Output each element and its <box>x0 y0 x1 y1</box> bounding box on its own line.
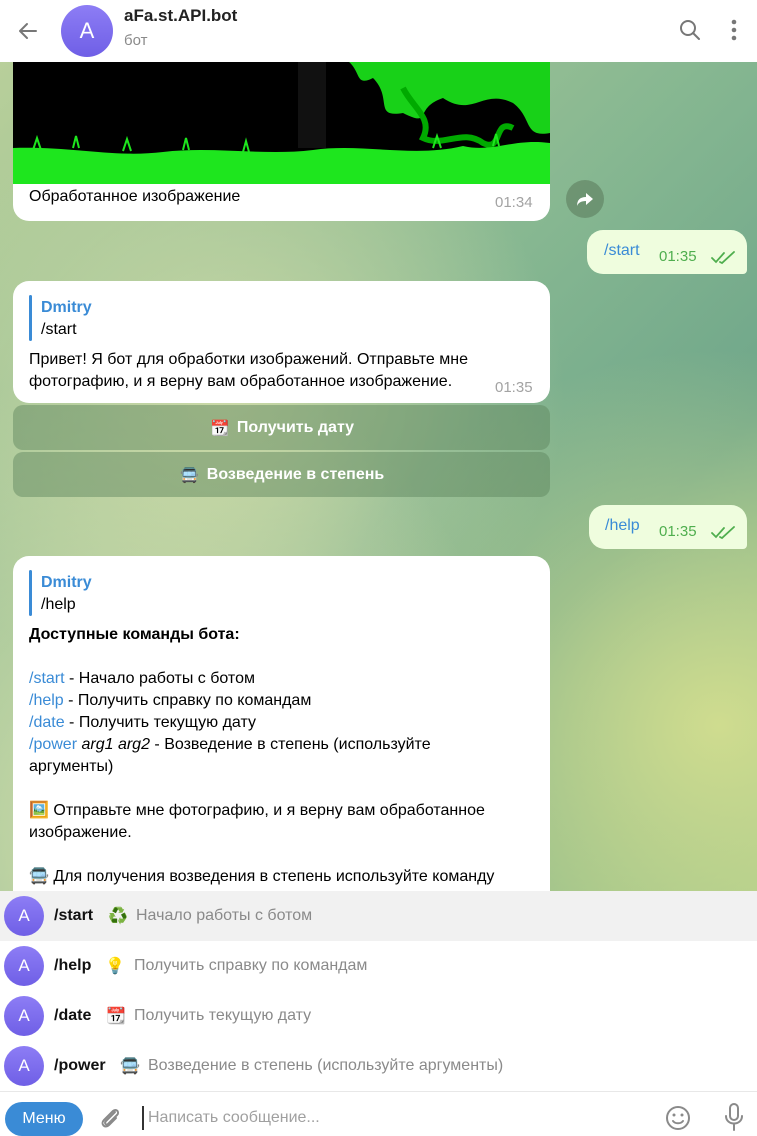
suggestion-command: /power <box>54 1057 106 1074</box>
emoji-smile-icon[interactable] <box>664 1104 692 1132</box>
menu-button[interactable]: Меню <box>5 1102 83 1136</box>
message-text[interactable]: /help <box>605 517 640 535</box>
suggestion-power[interactable]: A /power 🚍 Возведение в степень (использ… <box>0 1041 757 1091</box>
photo-hint-text: Отправьте мне фотографию, и я верну вам … <box>53 802 485 819</box>
reply-quote[interactable]: /help <box>41 596 76 614</box>
message-time: 01:35 <box>659 248 697 265</box>
bus-icon: 🚍 <box>180 466 200 484</box>
back-arrow-icon[interactable] <box>12 15 44 47</box>
outgoing-message[interactable]: /help 01:35 <box>589 505 747 549</box>
chat-area[interactable]: Обработанное изображение 01:34 /start 01… <box>0 62 757 891</box>
power-hint-line: 🚍 Для получения возведения в степень исп… <box>29 866 494 888</box>
bus-icon: 🚍 <box>120 1058 140 1075</box>
suggestion-description: Получить справку по командам <box>134 957 368 974</box>
suggestion-description: Начало работы с ботом <box>136 907 313 924</box>
reply-author[interactable]: Dmitry <box>41 299 92 317</box>
chat-title[interactable]: aFa.st.API.bot <box>124 6 237 26</box>
outgoing-message[interactable]: /start 01:35 <box>587 230 747 274</box>
share-icon[interactable] <box>566 180 604 218</box>
help-line-text: - Получить текущую дату <box>64 714 256 731</box>
command-link[interactable]: /date <box>29 714 65 731</box>
inline-button-power[interactable]: 🚍 Возведение в степень <box>13 452 550 497</box>
bus-icon: 🚍 <box>29 868 49 885</box>
power-hint-text: Для получения возведения в степень испол… <box>53 868 495 885</box>
incoming-message[interactable]: Dmitry /start Привет! Я бот для обработк… <box>13 281 550 403</box>
suggestion-date[interactable]: A /date 📆 Получить текущую дату <box>0 991 757 1041</box>
message-composer: Меню <box>0 1091 757 1136</box>
chat-subtitle: бот <box>124 32 148 49</box>
picture-icon: 🖼️ <box>29 802 49 819</box>
suggestion-description: Получить текущую дату <box>134 1007 312 1024</box>
command-link[interactable]: /start <box>29 670 65 687</box>
reply-author[interactable]: Dmitry <box>41 574 92 592</box>
help-line-args: arg1 arg2 <box>77 736 150 753</box>
message-time: 01:34 <box>495 194 533 211</box>
reply-bar <box>29 295 32 341</box>
paperclip-icon[interactable] <box>96 1104 124 1132</box>
suggestion-description: Возведение в степень (используйте аргуме… <box>148 1057 504 1074</box>
inline-button-label: Возведение в степень <box>206 465 385 483</box>
more-vertical-icon[interactable] <box>722 16 746 44</box>
suggestion-start[interactable]: A /start ♻️ Начало работы с ботом <box>0 891 757 941</box>
bot-avatar: A <box>4 996 44 1036</box>
command-link[interactable]: /help <box>29 692 64 709</box>
help-line-text: - Начало работы с ботом <box>64 670 255 687</box>
message-time: 01:35 <box>659 523 697 540</box>
inline-button-label: Получить дату <box>236 418 355 436</box>
bot-avatar: A <box>4 946 44 986</box>
help-line-power-cont: аргументы) <box>29 758 114 775</box>
command-suggestions: A /start ♻️ Начало работы с ботом A /hel… <box>0 891 757 1091</box>
incoming-message[interactable]: Dmitry /help Доступные команды бота: /st… <box>13 556 550 891</box>
help-line-text: - Возведение в степень (используйте <box>149 736 431 753</box>
suggestion-command: /date <box>54 1007 92 1024</box>
double-check-icon <box>711 526 735 540</box>
suggestion-command: /help <box>54 957 92 974</box>
photo-caption: Обработанное изображение <box>29 188 241 205</box>
bot-avatar: A <box>4 1046 44 1086</box>
inline-button-get-date[interactable]: 📆 Получить дату <box>13 405 550 450</box>
recycle-icon: ♻️ <box>108 908 128 925</box>
help-line-date: /date - Получить текущую дату <box>29 712 256 734</box>
photo-hint-line: 🖼️ Отправьте мне фотографию, и я верну в… <box>29 800 485 822</box>
help-line-help: /help - Получить справку по командам <box>29 690 311 712</box>
suggestion-help[interactable]: A /help 💡 Получить справку по командам <box>0 941 757 991</box>
suggestion-command: /start <box>54 907 94 924</box>
help-line-start: /start - Начало работы с ботом <box>29 668 255 690</box>
processed-photo[interactable] <box>13 62 550 184</box>
microphone-icon[interactable] <box>722 1102 746 1132</box>
message-time: 01:35 <box>495 379 533 396</box>
help-heading: Доступные команды бота: <box>29 626 240 643</box>
reply-bar <box>29 570 32 616</box>
reply-quote[interactable]: /start <box>41 321 77 339</box>
search-icon[interactable] <box>676 16 704 44</box>
double-check-icon <box>711 251 735 265</box>
help-line-power: /power arg1 arg2 - Возведение в степень … <box>29 734 431 756</box>
help-line-text: - Получить справку по командам <box>63 692 312 709</box>
photo-message[interactable]: Обработанное изображение 01:34 <box>13 62 550 221</box>
message-input[interactable] <box>142 1106 642 1130</box>
chat-header: A aFa.st.API.bot бот <box>0 0 757 62</box>
photo-hint-cont: изображение. <box>29 824 132 841</box>
bot-avatar: A <box>4 896 44 936</box>
calendar-icon: 📆 <box>106 1008 126 1025</box>
lightbulb-icon: 💡 <box>105 958 125 975</box>
command-link[interactable]: /power <box>29 736 77 753</box>
bot-avatar[interactable]: A <box>61 5 113 57</box>
calendar-icon: 📆 <box>210 419 230 437</box>
message-text: Привет! Я бот для обработки изображений.… <box>29 351 468 390</box>
message-text[interactable]: /start <box>604 242 640 260</box>
